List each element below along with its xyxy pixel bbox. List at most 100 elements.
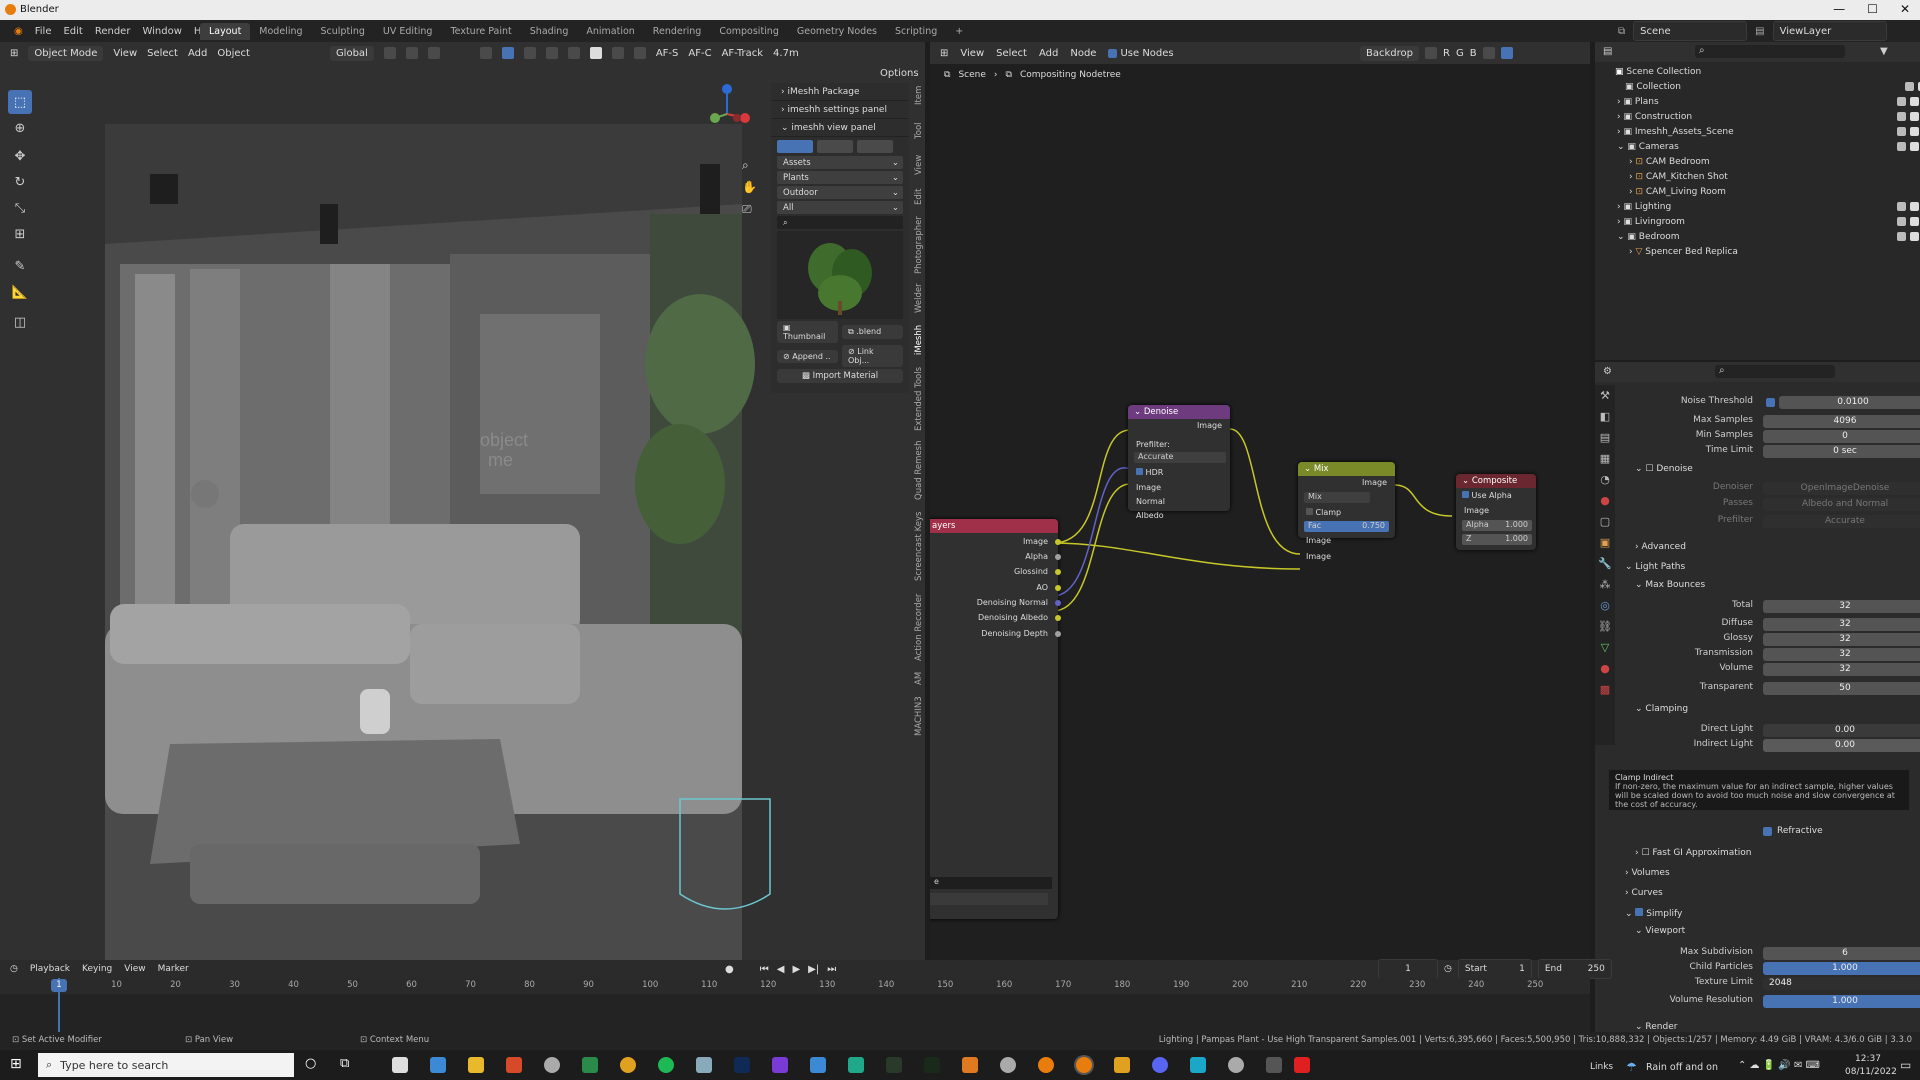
vlc-icon[interactable] — [1114, 1057, 1130, 1073]
jump-start-icon[interactable]: ⏮ — [760, 964, 769, 975]
indirect-light-field[interactable]: 0.00 — [1763, 739, 1920, 752]
node-menu-select[interactable]: Select — [996, 48, 1027, 59]
thumbnail-button[interactable]: ▣ Thumbnail — [777, 321, 838, 343]
hdr-checkbox[interactable]: HDR — [1136, 468, 1163, 477]
world-tab-icon[interactable]: ● — [1595, 490, 1615, 511]
tab-rendering[interactable]: Rendering — [644, 23, 711, 40]
app-icon-6[interactable] — [848, 1057, 864, 1073]
app-icon-1[interactable] — [506, 1057, 522, 1073]
photoshop-icon[interactable] — [734, 1057, 750, 1073]
editor-type-icon[interactable]: ⊞ — [10, 48, 18, 59]
app-icon-11[interactable] — [1266, 1057, 1282, 1073]
app-icon-2[interactable] — [544, 1057, 560, 1073]
sidetab-am[interactable]: AM — [914, 668, 928, 688]
end-frame-field[interactable]: End 250 — [1537, 959, 1612, 979]
clamp-checkbox[interactable]: Clamp — [1306, 508, 1341, 517]
outliner-item-collection[interactable]: ▣ Collection — [1595, 79, 1920, 94]
append-button[interactable]: ⊘ Append .. — [777, 349, 838, 363]
menu-window[interactable]: Window — [142, 26, 181, 37]
blender-active-icon[interactable] — [1076, 1057, 1092, 1073]
socket-image[interactable] — [1055, 539, 1061, 545]
windows-explorer-icon[interactable] — [430, 1057, 446, 1073]
noise-threshold-checkbox[interactable] — [1766, 398, 1775, 407]
view-layer-tab-icon[interactable]: ▦ — [1595, 448, 1615, 469]
imeshh-package-header[interactable]: › iMeshh Package — [771, 83, 909, 101]
collection-tab-icon[interactable]: ▢ — [1595, 511, 1615, 532]
windows-start-icon[interactable]: ⊞ — [10, 1056, 22, 1072]
render-tab-icon[interactable]: ◧ — [1595, 406, 1615, 427]
outliner-item-cam-living-room[interactable]: › ⊡ CAM_Living Room — [1595, 184, 1920, 199]
viewport-options-button[interactable]: Options — [880, 68, 919, 79]
transform-icon[interactable]: ⊞ — [8, 222, 32, 246]
clamping-section-header[interactable]: ⌄ Clamping — [1635, 704, 1688, 714]
outliner-item-construction[interactable]: › ▣ Construction — [1595, 109, 1920, 124]
light-paths-section-header[interactable]: ⌄ Light Paths — [1625, 562, 1685, 572]
volume-resolution-slider[interactable]: 1.000 — [1763, 995, 1920, 1008]
particles-tab-icon[interactable]: ⁂ — [1595, 574, 1615, 595]
keying-menu[interactable]: Keying — [82, 964, 112, 974]
outliner-item-imeshh-assets-scene[interactable]: › ▣ Imeshh_Assets_Scene — [1595, 124, 1920, 139]
time-limit-field[interactable]: 0 sec — [1763, 445, 1920, 458]
z-field[interactable]: Z 1.000 — [1462, 534, 1532, 545]
viewport-menu-view[interactable]: View — [113, 48, 137, 59]
overlay-node-icon[interactable] — [1500, 47, 1513, 59]
blender-icon[interactable] — [1038, 1057, 1054, 1073]
tab-uv-editing[interactable]: UV Editing — [374, 23, 442, 40]
outliner-item-bedroom[interactable]: ⌄ ▣ Bedroom — [1595, 229, 1920, 244]
shading-wire-icon[interactable] — [567, 47, 580, 59]
assets-type-model-icon[interactable] — [777, 140, 813, 153]
assets-type-hdri-icon[interactable] — [857, 140, 893, 153]
viewport-menu-object[interactable]: Object — [217, 48, 250, 59]
pivot-icon[interactable] — [383, 47, 396, 59]
render-layer-dropdown[interactable] — [930, 893, 1048, 905]
scene-selector[interactable]: Scene — [1633, 21, 1748, 41]
maximize-button[interactable]: ☐ — [1867, 2, 1878, 16]
backdrop-channel-icon[interactable] — [1424, 47, 1437, 59]
direct-light-field[interactable]: 0.00 — [1763, 724, 1920, 737]
type-dropdown[interactable]: Outdoor ⌄ — [777, 186, 903, 199]
app-icon-10[interactable] — [1228, 1057, 1244, 1073]
focus-distance-value[interactable]: 4.7m — [773, 48, 799, 59]
close-button[interactable]: ✕ — [1900, 2, 1910, 16]
socket-denoising-depth[interactable] — [1055, 631, 1061, 637]
bounce-glossy-field[interactable]: 32 — [1763, 633, 1920, 646]
tab-sculpting[interactable]: Sculpting — [312, 23, 374, 40]
mix-node[interactable]: ⌄ Mix Image Mix Clamp Fac 0.750 Image Ima… — [1298, 462, 1395, 561]
simplify-section-header[interactable]: ⌄ Simplify — [1625, 908, 1682, 919]
shading-material-icon[interactable] — [611, 47, 624, 59]
socket-glossind[interactable] — [1055, 569, 1061, 575]
scene-tab-icon[interactable]: ◔ — [1595, 469, 1615, 490]
child-particles-slider[interactable]: 1.000 — [1763, 962, 1920, 975]
jump-end-icon[interactable]: ⏭ — [827, 964, 836, 975]
render-layers-node[interactable]: ayers Image Alpha Glossind AO Denoising … — [930, 519, 1061, 919]
notion-icon[interactable] — [392, 1057, 408, 1073]
sidetab-quad-remesh[interactable]: Quad Remesh — [914, 440, 928, 500]
af-s-button[interactable]: AF-S — [656, 48, 679, 59]
denoise-node[interactable]: ⌄ Denoise Image Prefilter: Accurate HDR … — [1128, 405, 1230, 520]
max-subdivision-field[interactable]: 6 — [1763, 947, 1920, 960]
prefilter-dropdown[interactable]: Accurate — [1134, 452, 1226, 463]
playback-menu[interactable]: Playback — [30, 964, 70, 974]
add-workspace-button[interactable]: + — [946, 23, 972, 40]
calculator-icon[interactable] — [582, 1057, 598, 1073]
snap-icon[interactable] — [405, 47, 418, 59]
import-material-button[interactable]: ▩ Import Material — [777, 369, 903, 383]
sidetab-welder[interactable]: Welder — [914, 280, 928, 316]
play-icon[interactable]: ▶ — [792, 964, 800, 975]
properties-editor-icon[interactable]: ⚙ — [1603, 366, 1612, 377]
imeshh-view-header[interactable]: ⌄ imeshh view panel — [771, 119, 909, 137]
chrome-icon[interactable] — [620, 1057, 636, 1073]
sidetab-edit[interactable]: Edit — [914, 185, 928, 209]
outliner-item-plans[interactable]: › ▣ Plans — [1595, 94, 1920, 109]
max-bounces-section-header[interactable]: ⌄ Max Bounces — [1635, 580, 1705, 590]
sidetab-item[interactable]: Item — [914, 80, 928, 110]
app-icon-4[interactable] — [772, 1057, 788, 1073]
menu-edit[interactable]: Edit — [63, 26, 82, 37]
clock-date[interactable]: 08/11/2022 — [1845, 1067, 1897, 1077]
sidetab-photographer[interactable]: Photographer — [914, 215, 928, 275]
app-icon-8[interactable] — [1000, 1057, 1016, 1073]
move-icon[interactable]: ✥ — [8, 144, 32, 168]
physics-tab-icon[interactable]: ◎ — [1595, 595, 1615, 616]
sidetab-screencast-keys[interactable]: Screencast Keys — [914, 506, 928, 586]
tool-tab-icon[interactable]: ⚒ — [1595, 385, 1615, 406]
